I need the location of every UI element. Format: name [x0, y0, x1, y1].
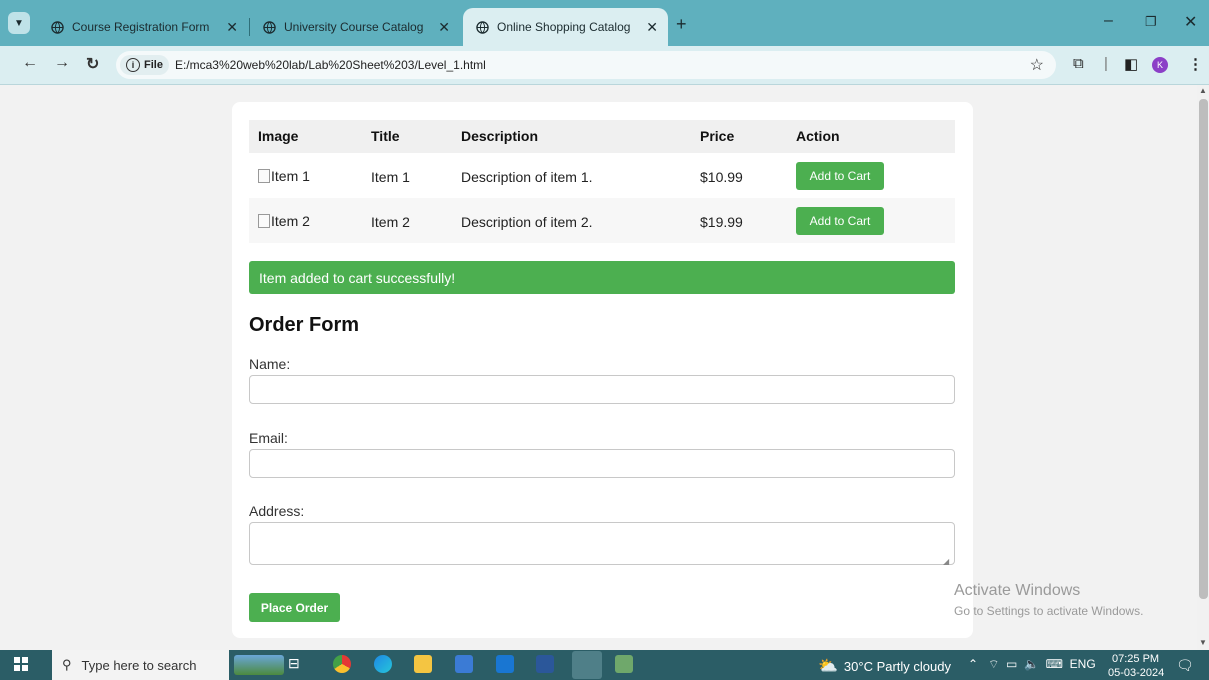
tab-university-catalog[interactable]: University Course Catalog ✕ — [250, 8, 460, 46]
restore-icon[interactable]: ❐ — [1145, 14, 1157, 30]
notification-icon[interactable]: 🗨 — [1176, 657, 1194, 674]
image-alt-text: Item 2 — [271, 213, 310, 229]
search-highlight-image[interactable] — [234, 655, 284, 675]
column-header-description: Description — [461, 128, 539, 144]
name-label: Name: — [249, 356, 291, 372]
scrollbar-thumb[interactable] — [1199, 99, 1208, 599]
tab-title: University Course Catalog — [284, 20, 424, 34]
edge-icon[interactable] — [374, 655, 392, 673]
file-explorer-icon[interactable] — [414, 655, 432, 673]
volume-icon[interactable]: 🔈 — [1024, 657, 1039, 671]
address-textarea[interactable] — [249, 522, 955, 565]
toolbar-divider: | — [1104, 55, 1108, 72]
image-alt-text: Item 1 — [271, 168, 310, 184]
order-form-title: Order Form — [249, 314, 360, 336]
column-header-title: Title — [371, 128, 400, 144]
file-label: File — [144, 59, 163, 71]
url-text: E:/mca3%20web%20lab/Lab%20Sheet%203/Leve… — [174, 58, 486, 72]
minimize-icon[interactable]: – — [1104, 12, 1113, 30]
system-tray[interactable]: ⌃ ⌔ ▭ 🔈 ⌨ ENG — [968, 657, 1096, 672]
address-toolbar: ← → ↻ i File E:/mca3%20web%20lab/Lab%20S… — [0, 46, 1209, 85]
item-image-broken: Item 2 — [258, 213, 310, 229]
clock-date[interactable]: 05-03-2024 — [1108, 667, 1164, 679]
search-icon: ⚲ — [62, 657, 72, 672]
menu-kebab-icon[interactable]: ⋮ — [1188, 55, 1203, 73]
clock-time[interactable]: 07:25 PM — [1112, 653, 1159, 665]
globe-icon — [475, 20, 489, 34]
mail-icon[interactable] — [496, 655, 514, 673]
globe-icon — [262, 20, 276, 34]
name-input[interactable] — [249, 375, 955, 404]
chevron-up-icon[interactable]: ⌃ — [968, 657, 978, 671]
item-title: Item 2 — [371, 214, 410, 230]
add-to-cart-button[interactable]: Add to Cart — [796, 162, 884, 190]
weather-widget[interactable]: ⛅ 30°C Partly cloudy — [818, 656, 951, 676]
tab-course-registration[interactable]: Course Registration Form ✕ — [38, 8, 248, 46]
site-info-chip[interactable]: i File — [120, 55, 169, 75]
language-indicator[interactable]: ENG — [1070, 657, 1096, 671]
photos-app-icon[interactable] — [615, 655, 633, 673]
weather-text: 30°C Partly cloudy — [843, 658, 952, 674]
taskbar-search-box[interactable]: ⚲ Type here to search — [52, 650, 229, 680]
resize-handle-icon[interactable]: ◢ — [943, 557, 949, 566]
side-panel-icon[interactable]: ◧ — [1124, 55, 1138, 73]
place-order-button[interactable]: Place Order — [249, 593, 340, 622]
tab-online-shopping[interactable]: Online Shopping Catalog ✕ — [463, 8, 668, 46]
chrome-icon[interactable] — [333, 655, 351, 673]
email-label: Email: — [249, 430, 288, 446]
column-header-image: Image — [258, 128, 299, 144]
reload-icon[interactable]: ↻ — [86, 54, 99, 74]
ime-icon[interactable]: ⌨ — [1046, 657, 1063, 671]
tab-title: Online Shopping Catalog — [497, 20, 631, 34]
close-tab-icon[interactable]: ✕ — [226, 19, 238, 36]
broken-image-icon — [258, 214, 270, 228]
globe-icon — [50, 20, 64, 34]
partly-cloudy-icon: ⛅ — [818, 658, 838, 675]
add-to-cart-button[interactable]: Add to Cart — [796, 207, 884, 235]
close-window-icon[interactable]: ✕ — [1184, 12, 1197, 32]
table-header-row — [249, 120, 955, 153]
broken-image-icon — [258, 169, 270, 183]
item-description: Description of item 1. — [461, 169, 593, 185]
battery-icon[interactable]: ▭ — [1006, 657, 1017, 671]
item-price: $10.99 — [700, 169, 743, 185]
search-placeholder: Type here to search — [81, 657, 197, 673]
word-icon[interactable] — [536, 655, 554, 673]
extensions-icon[interactable]: ⧉ — [1073, 55, 1084, 72]
address-label: Address: — [249, 503, 305, 519]
info-icon: i — [126, 58, 140, 72]
bookmark-star-icon[interactable]: ☆ — [1030, 55, 1044, 75]
windows-start-icon[interactable] — [14, 657, 28, 671]
item-price: $19.99 — [700, 214, 743, 230]
item-image-broken: Item 1 — [258, 168, 310, 184]
chrome-profile-icon[interactable] — [572, 651, 602, 679]
new-tab-button[interactable]: + — [676, 14, 687, 35]
profile-avatar[interactable]: K — [1152, 57, 1168, 73]
close-tab-icon[interactable]: ✕ — [438, 19, 450, 36]
network-icon[interactable]: ⌔ — [988, 657, 999, 671]
item-description: Description of item 2. — [461, 214, 593, 230]
item-title: Item 1 — [371, 169, 410, 185]
back-arrow-icon[interactable]: ← — [22, 54, 38, 72]
activate-windows-subtitle: Go to Settings to activate Windows. — [954, 604, 1144, 618]
tab-search-button[interactable]: ▼ — [8, 12, 30, 34]
scroll-down-arrow-icon[interactable]: ▼ — [1199, 638, 1207, 647]
forward-arrow-icon[interactable]: → — [54, 54, 70, 72]
success-message: Item added to cart successfully! — [249, 261, 955, 294]
task-view-icon[interactable]: ⊟ — [288, 655, 306, 673]
store-icon[interactable] — [455, 655, 473, 673]
column-header-price: Price — [700, 128, 735, 144]
scroll-up-arrow-icon[interactable]: ▲ — [1199, 86, 1207, 95]
close-tab-icon[interactable]: ✕ — [646, 19, 658, 36]
activate-windows-title: Activate Windows — [954, 582, 1081, 599]
address-bar[interactable]: i File E:/mca3%20web%20lab/Lab%20Sheet%2… — [116, 51, 1056, 79]
email-input[interactable] — [249, 449, 955, 478]
tab-title: Course Registration Form — [72, 20, 210, 34]
column-header-action: Action — [796, 128, 840, 144]
